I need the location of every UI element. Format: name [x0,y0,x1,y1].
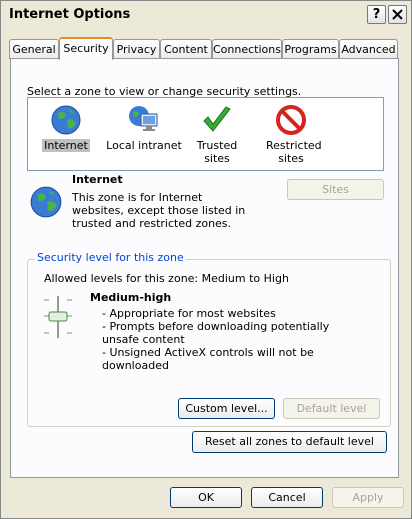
apply-button[interactable]: Apply [332,487,404,508]
selected-zone-description: This zone is for Internet websites, exce… [72,191,246,230]
help-button[interactable]: ? [367,5,386,24]
tab-privacy[interactable]: Privacy [113,39,160,59]
zone-trusted-sites-label: Trusted sites [196,139,238,165]
tab-content[interactable]: Content [160,39,212,59]
tab-security[interactable]: Security [59,37,113,60]
zone-local-intranet[interactable]: Local intranet [104,104,184,152]
selected-zone-name: Internet [72,173,123,186]
level-name: Medium-high [90,291,172,304]
close-icon [392,9,403,20]
zone-local-intranet-label: Local intranet [106,139,182,152]
computer-network-icon [129,106,158,131]
tab-advanced[interactable]: Advanced [339,39,398,59]
reset-all-zones-button[interactable]: Reset all zones to default level [192,431,387,453]
level-bullets: - Appropriate for most websites - Prompt… [102,307,362,372]
ok-button[interactable]: OK [170,487,242,508]
custom-level-button[interactable]: Custom level... [178,398,275,419]
zone-restricted-sites-label: Restricted sites [266,139,322,165]
cancel-button[interactable]: Cancel [251,487,323,508]
window-title: Internet Options [9,7,131,22]
tab-general[interactable]: General [9,39,59,59]
zone-internet-label: Internet [42,139,90,152]
security-level-group-title: Security level for this zone [35,251,186,264]
internet-options-window: Internet Options ? General Security Priv… [0,0,412,519]
zone-restricted-sites[interactable]: Restricted sites [260,104,322,165]
title-bar: Internet Options ? [1,1,411,29]
level-bullet: - Unsigned ActiveX controls will not be … [102,346,314,372]
level-bullet: - Appropriate for most websites [102,307,276,320]
security-tab-panel: Select a zone to view or change security… [10,58,399,478]
close-button[interactable] [388,5,407,24]
default-level-button[interactable]: Default level [283,398,380,419]
sites-button[interactable]: Sites [287,179,384,200]
restricted-icon [276,105,306,135]
zone-list[interactable]: Internet Local intranet Trusted sites Re… [27,97,384,171]
tab-connections[interactable]: Connections [212,39,282,59]
zone-internet[interactable]: Internet [40,104,92,152]
selected-zone-globe-icon [30,186,62,218]
globe-icon [51,105,81,135]
tab-programs[interactable]: Programs [282,39,339,59]
level-bullet: - Prompts before downloading potentially… [102,320,330,346]
security-level-slider[interactable] [41,295,75,339]
checkmark-icon [203,106,231,132]
allowed-levels-text: Allowed levels for this zone: Medium to … [44,272,289,285]
zone-trusted-sites[interactable]: Trusted sites [184,104,250,165]
